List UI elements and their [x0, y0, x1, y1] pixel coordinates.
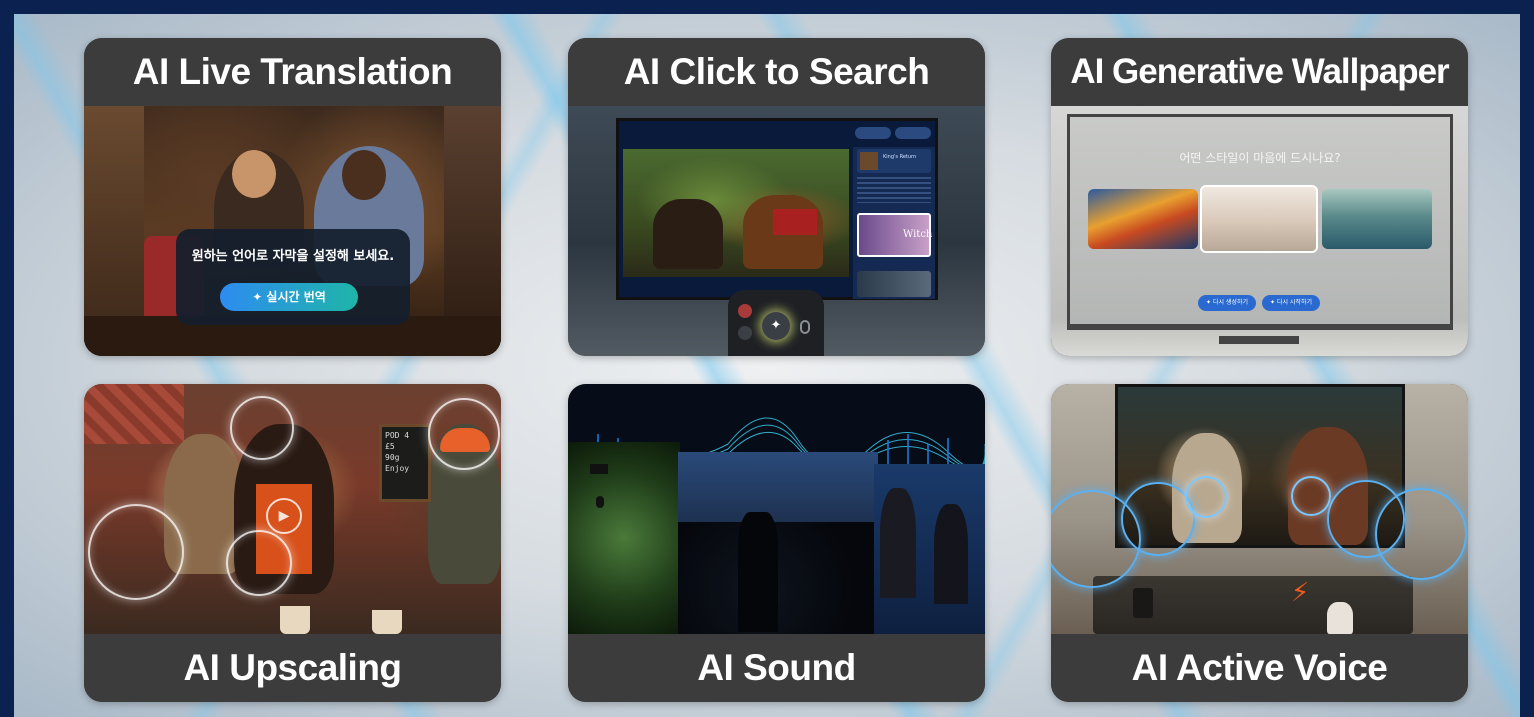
news-scene	[874, 464, 985, 634]
card-ai-sound[interactable]: AI Sound	[568, 384, 985, 702]
card-title: AI Live Translation	[84, 38, 501, 106]
voice-ring	[1121, 482, 1195, 556]
wallpaper-question: 어떤 스타일이 마음에 드시나요?	[1179, 151, 1341, 165]
voice-ring	[1185, 476, 1227, 518]
subtitle-prompt: 원하는 언어로 자막을 설정해 보세요.	[191, 249, 395, 264]
card-title: AI Active Voice	[1051, 634, 1468, 702]
sparkle-icon[interactable]: ✦	[762, 312, 790, 340]
tv-cabinet	[1093, 576, 1413, 634]
coffee-cup	[280, 606, 310, 634]
roof	[84, 384, 184, 444]
tv-stand	[1219, 336, 1299, 344]
live-translation-button[interactable]: ✦ 실시간 번역	[220, 283, 358, 311]
result-tile[interactable]: King's Return	[857, 149, 931, 173]
card-title: AI Upscaling	[84, 634, 501, 702]
subtitle-popup: 원하는 언어로 자막을 설정해 보세요. ✦ 실시간 번역	[176, 229, 410, 325]
focus-ring	[88, 504, 184, 600]
card-image-sound	[568, 384, 985, 634]
tv-remote: ✦	[728, 290, 824, 356]
arena-scene	[678, 452, 878, 634]
focus-ring	[428, 398, 500, 470]
wind-chime	[590, 464, 608, 474]
search-results-panel: King's Return Witch	[853, 147, 935, 299]
anchor-left	[880, 488, 916, 598]
regenerate-button[interactable]: ✦ 다시 생성하기	[1198, 295, 1256, 311]
card-image-wallpaper: 어떤 스타일이 마음에 드시나요? ✦ 다시 생성하기 ✦ 다시 시작하기	[1051, 106, 1468, 356]
result-thumb	[860, 152, 878, 170]
card-image-voice: ⚡	[1051, 384, 1468, 634]
red-blanket	[773, 209, 817, 235]
play-icon[interactable]: ▶	[266, 498, 302, 534]
horse-left	[653, 199, 723, 269]
microphone-icon[interactable]	[800, 320, 810, 334]
right-border	[1520, 0, 1534, 717]
cheering-fan	[738, 512, 778, 632]
left-border	[0, 0, 14, 717]
speaker	[1133, 588, 1153, 618]
movie-scene	[623, 149, 849, 277]
tv-screen: King's Return Witch	[616, 118, 938, 300]
card-title: AI Sound	[568, 634, 985, 702]
card-title: AI Click to Search	[568, 38, 985, 106]
number-button[interactable]	[738, 326, 752, 340]
page-background: AI Live Translation 원하는 언어로 자막을 설정해 보세요.…	[0, 0, 1534, 717]
card-image-translation: 원하는 언어로 자막을 설정해 보세요. ✦ 실시간 번역	[84, 106, 501, 356]
voice-ring	[1291, 476, 1331, 516]
panel-tab[interactable]	[895, 127, 931, 139]
chalkboard-sign: POD 4 £5 90g Enjoy	[379, 424, 431, 502]
wallpaper-option-selected[interactable]	[1200, 185, 1318, 253]
card-ai-upscaling[interactable]: POD 4 £5 90g Enjoy ▶ AI Upscaling	[84, 384, 501, 702]
power-button[interactable]	[738, 304, 752, 318]
focus-ring	[230, 396, 294, 460]
card-title: AI Generative Wallpaper	[1051, 38, 1468, 106]
focus-ring	[226, 530, 292, 596]
bell	[596, 496, 604, 508]
card-ai-click-to-search[interactable]: AI Click to Search King's Return Witch ✦	[568, 38, 985, 356]
forest-scene	[568, 442, 680, 634]
witch-tile[interactable]: Witch	[857, 213, 933, 257]
card-image-upscaling: POD 4 £5 90g Enjoy ▶	[84, 384, 501, 634]
face-right	[342, 150, 386, 200]
tv-screen: 어떤 스타일이 마음에 드시나요? ✦ 다시 생성하기 ✦ 다시 시작하기	[1067, 114, 1453, 330]
card-ai-active-voice[interactable]: ⚡ AI Active Voice	[1051, 384, 1468, 702]
face-left	[232, 150, 276, 198]
dog	[1327, 602, 1353, 634]
wallpaper-option[interactable]	[1322, 189, 1432, 249]
anchor-right	[934, 504, 968, 604]
result-tile[interactable]	[857, 271, 931, 297]
result-description	[857, 177, 931, 203]
witch-label: Witch	[903, 229, 933, 240]
bark-burst-icon: ⚡	[1291, 578, 1310, 608]
voice-ring	[1375, 488, 1467, 580]
coffee-cup	[372, 610, 402, 634]
card-ai-live-translation[interactable]: AI Live Translation 원하는 언어로 자막을 설정해 보세요.…	[84, 38, 501, 356]
wallpaper-option[interactable]	[1088, 189, 1198, 249]
restart-button[interactable]: ✦ 다시 시작하기	[1262, 295, 1320, 311]
result-title: King's Return	[883, 154, 917, 160]
card-ai-generative-wallpaper[interactable]: AI Generative Wallpaper 어떤 스타일이 마음에 드시나요…	[1051, 38, 1468, 356]
card-image-search: King's Return Witch ✦	[568, 106, 985, 356]
crowd	[678, 522, 878, 634]
panel-tab[interactable]	[855, 127, 891, 139]
